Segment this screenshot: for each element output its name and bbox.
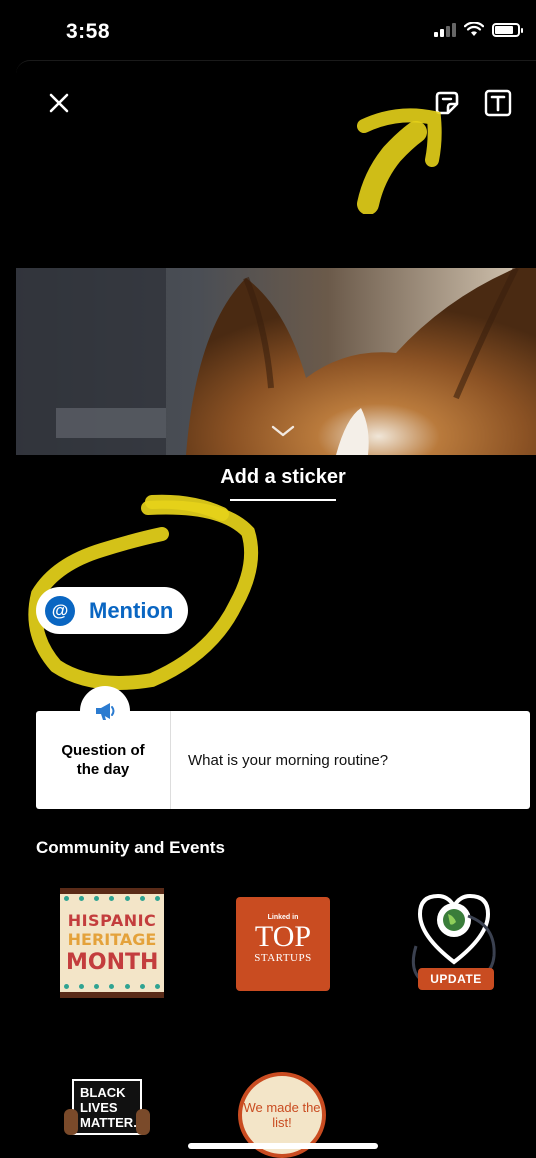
chevron-down-icon[interactable]	[270, 424, 296, 438]
status-time: 3:58	[66, 20, 111, 43]
question-text: What is your morning routine?	[188, 751, 389, 769]
megaphone-icon	[80, 686, 130, 736]
sticker-text-line2: HERITAGE	[67, 930, 157, 949]
sticker-text-line3: MONTH	[66, 950, 159, 975]
battery-icon	[492, 22, 523, 37]
startups-label: STARTUPS	[254, 952, 312, 964]
top-startups-sticker[interactable]: Linked in TOP STARTUPS	[236, 897, 330, 991]
hispanic-heritage-month-sticker[interactable]: HISPANIC HERITAGE MONTH	[60, 888, 164, 998]
mention-sticker[interactable]: @ Mention	[36, 587, 188, 634]
right-hand	[136, 1109, 150, 1135]
sticker-text-line1: HISPANIC	[67, 911, 157, 930]
close-icon[interactable]	[44, 88, 74, 118]
black-lives-matter-sticker[interactable]: BLACK LIVES MATTER.	[62, 1075, 154, 1158]
left-hand	[64, 1109, 78, 1135]
mention-label: Mention	[89, 597, 174, 623]
status-bar: 3:58	[0, 0, 536, 60]
section-title: Community and Events	[36, 838, 225, 857]
update-sticker[interactable]: UPDATE	[406, 886, 502, 998]
wifi-icon	[464, 22, 484, 36]
sheet-title: Add a sticker	[220, 466, 346, 488]
home-indicator[interactable]	[188, 1143, 378, 1149]
annotation-arrow	[357, 108, 442, 214]
at-icon: @	[45, 595, 75, 626]
text-tool-icon[interactable]	[484, 89, 512, 117]
blm-text: BLACK LIVES MATTER.	[72, 1079, 142, 1135]
made-list-text: We made the list!	[243, 1100, 321, 1130]
status-icons	[434, 22, 523, 37]
signal-icon	[434, 22, 456, 37]
top-label: TOP	[254, 920, 312, 953]
update-tag: UPDATE	[418, 968, 494, 990]
